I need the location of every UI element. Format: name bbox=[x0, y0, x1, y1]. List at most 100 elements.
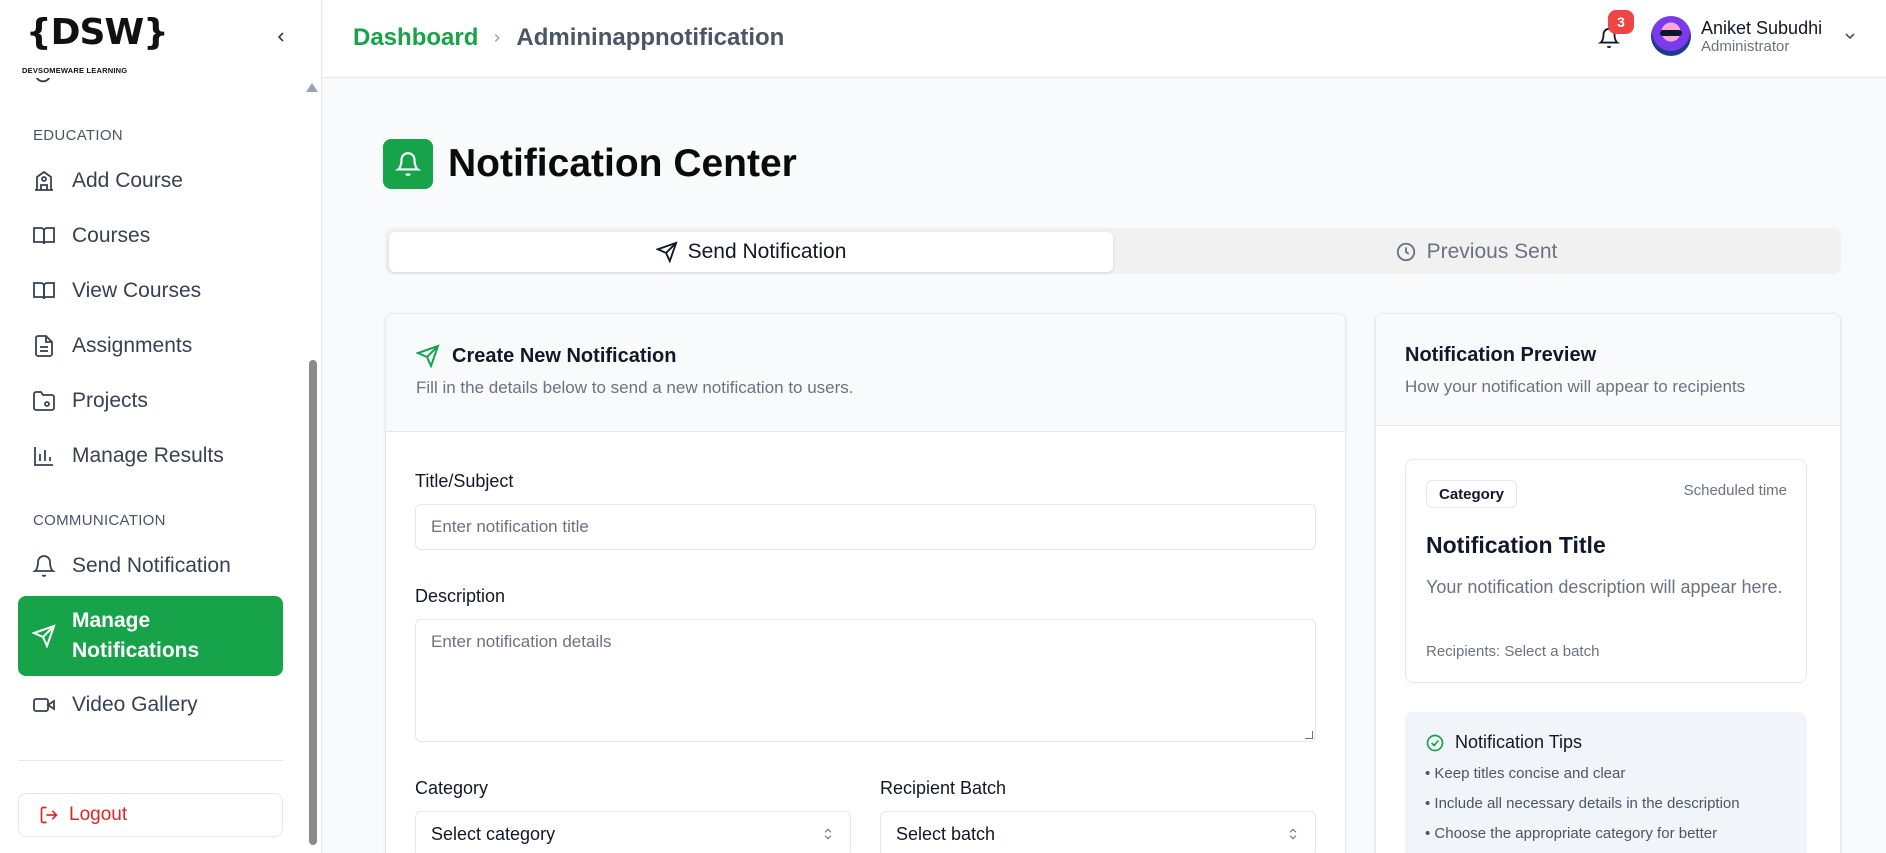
file-text-icon bbox=[35, 335, 53, 357]
gear-icon bbox=[35, 78, 51, 83]
tab-label: Send Notification bbox=[687, 240, 847, 263]
page-title: Notification Center bbox=[448, 142, 797, 185]
scroll-up-arrow[interactable] bbox=[306, 83, 318, 92]
sidebar-item-label: Projects bbox=[72, 389, 148, 412]
sidebar-item-view-courses[interactable]: View Courses bbox=[18, 267, 283, 315]
form-subtitle: Fill in the details below to send a new … bbox=[416, 378, 854, 397]
sidebar-item-manage-notifications[interactable]: Manage Notifications bbox=[18, 596, 283, 676]
sidebar-item-assignments[interactable]: Assignments bbox=[18, 322, 283, 370]
user-profile-menu[interactable]: Aniket Subudhi Administrator bbox=[1651, 16, 1858, 56]
preview-recipients: Recipients: Select a batch bbox=[1426, 643, 1600, 660]
user-name: Aniket Subudhi bbox=[1701, 17, 1823, 38]
notification-preview-card: Notification Preview How your notificati… bbox=[1375, 313, 1841, 853]
tip-item: • Choose the appropriate category for be… bbox=[1425, 825, 1718, 842]
brand-logo[interactable]: {DSW} DEVSOMEWARE LEARNING bbox=[20, 2, 169, 76]
batch-field-label: Recipient Batch bbox=[880, 778, 1007, 798]
preview-notification-title: Notification Title bbox=[1426, 532, 1606, 558]
send-icon bbox=[416, 344, 440, 368]
video-icon bbox=[33, 698, 55, 712]
bar-chart-icon bbox=[34, 447, 53, 466]
sidebar-item-label: Courses bbox=[72, 224, 151, 247]
tab-previous-sent[interactable]: Previous Sent bbox=[1115, 232, 1837, 272]
logo-text: {DSW} bbox=[26, 12, 169, 53]
notification-tips: Notification Tips • Keep titles concise … bbox=[1405, 712, 1807, 853]
chevron-down-icon bbox=[1845, 33, 1855, 40]
create-notification-header: Create New Notification Fill in the deta… bbox=[386, 314, 1345, 432]
breadcrumb-current: Admininappnotification bbox=[516, 24, 785, 51]
page-bell-icon bbox=[383, 139, 433, 189]
sidebar-item-label: View Courses bbox=[72, 279, 202, 302]
tab-send-notification[interactable]: Send Notification bbox=[389, 232, 1113, 272]
breadcrumb: Dashboard Admininappnotification bbox=[353, 24, 784, 52]
category-field-label: Category bbox=[415, 778, 489, 798]
chevron-left-icon bbox=[277, 32, 284, 42]
sidebar-item-label: Video Gallery bbox=[72, 693, 198, 716]
logout-button[interactable]: Logout bbox=[18, 793, 283, 837]
building-icon bbox=[35, 170, 53, 191]
breadcrumb-dashboard-link[interactable]: Dashboard bbox=[353, 24, 478, 52]
folder-icon bbox=[33, 391, 55, 411]
preview-notification-box: Category Scheduled time Notification Tit… bbox=[1405, 459, 1807, 683]
send-icon bbox=[32, 624, 56, 648]
sidebar-item-label: Assignments bbox=[72, 334, 193, 357]
section-label-communication: COMMUNICATION bbox=[33, 512, 166, 529]
sidebar-item-label: Add Course bbox=[72, 169, 183, 192]
sidebar: {DSW} DEVSOMEWARE LEARNING EDUCATION Add… bbox=[0, 0, 322, 853]
preview-subtitle: How your notification will appear to rec… bbox=[1405, 377, 1746, 396]
avatar bbox=[1651, 16, 1691, 56]
section-label-education: EDUCATION bbox=[33, 127, 123, 144]
chevron-right-icon bbox=[495, 33, 501, 43]
sidebar-item-send-notification[interactable]: Send Notification bbox=[18, 542, 283, 590]
tip-item: • Include all necessary details in the d… bbox=[1425, 795, 1740, 812]
preview-scheduled-time: Scheduled time bbox=[1683, 482, 1787, 499]
batch-select-value: Select batch bbox=[896, 823, 996, 844]
category-select[interactable]: Select category bbox=[415, 811, 851, 853]
sidebar-item-video-gallery[interactable]: Video Gallery bbox=[18, 681, 283, 729]
sidebar-item-partial[interactable] bbox=[32, 78, 54, 88]
logo-subtitle: DEVSOMEWARE LEARNING bbox=[22, 66, 128, 75]
title-input[interactable]: Enter notification title bbox=[415, 504, 1316, 550]
sidebar-item-manage-results[interactable]: Manage Results bbox=[18, 432, 283, 480]
preview-title: Notification Preview bbox=[1405, 344, 1597, 366]
sidebar-item-courses[interactable]: Courses bbox=[18, 212, 283, 260]
user-role: Administrator bbox=[1701, 37, 1790, 55]
recipient-batch-select[interactable]: Select batch bbox=[880, 811, 1316, 853]
category-select-value: Select category bbox=[431, 823, 556, 844]
chevron-updown-icon bbox=[1289, 828, 1297, 840]
sidebar-divider bbox=[18, 760, 283, 761]
tab-label: Previous Sent bbox=[1426, 240, 1558, 263]
create-notification-card: Create New Notification Fill in the deta… bbox=[385, 313, 1346, 853]
sidebar-item-label: Manage Notifications bbox=[72, 609, 200, 662]
sidebar-scrollbar[interactable] bbox=[309, 360, 317, 845]
logout-label: Logout bbox=[69, 804, 128, 825]
sidebar-item-add-course[interactable]: Add Course bbox=[18, 157, 283, 205]
description-field-label: Description bbox=[415, 586, 506, 606]
collapse-sidebar-button[interactable] bbox=[270, 26, 292, 48]
clock-icon bbox=[1396, 242, 1415, 262]
send-icon bbox=[655, 241, 678, 263]
resize-handle[interactable] bbox=[1305, 731, 1313, 739]
chevron-updown-icon bbox=[824, 828, 832, 840]
breadcrumb-separator-icon bbox=[490, 25, 504, 51]
sidebar-item-label: Manage Results bbox=[72, 444, 224, 467]
tip-item: • Keep titles concise and clear bbox=[1425, 765, 1626, 782]
preview-notification-description: Your notification description will appea… bbox=[1426, 577, 1783, 597]
form-title: Create New Notification bbox=[452, 344, 677, 367]
logout-icon bbox=[40, 806, 58, 824]
bell-icon bbox=[395, 152, 421, 176]
sidebar-item-label: Send Notification bbox=[72, 554, 231, 577]
bell-icon bbox=[32, 555, 56, 577]
sidebar-item-projects[interactable]: Projects bbox=[18, 377, 283, 425]
description-textarea[interactable]: Enter notification details bbox=[415, 619, 1316, 742]
top-header: Dashboard Admininappnotification 3 Anike… bbox=[323, 0, 1886, 78]
sidebar-nav: EDUCATION Add Course Courses View Course… bbox=[0, 78, 300, 778]
book-open-icon bbox=[33, 282, 55, 300]
main-content: Notification Center Send Notification Pr… bbox=[323, 79, 1886, 853]
check-circle-icon bbox=[1426, 734, 1444, 751]
tab-bar: Send Notification Previous Sent bbox=[385, 228, 1841, 274]
preview-header: Notification Preview How your notificati… bbox=[1376, 314, 1840, 426]
title-field-label: Title/Subject bbox=[415, 471, 514, 491]
notification-count-badge: 3 bbox=[1608, 10, 1634, 34]
book-open-icon bbox=[33, 227, 55, 245]
description-placeholder: Enter notification details bbox=[431, 632, 612, 651]
